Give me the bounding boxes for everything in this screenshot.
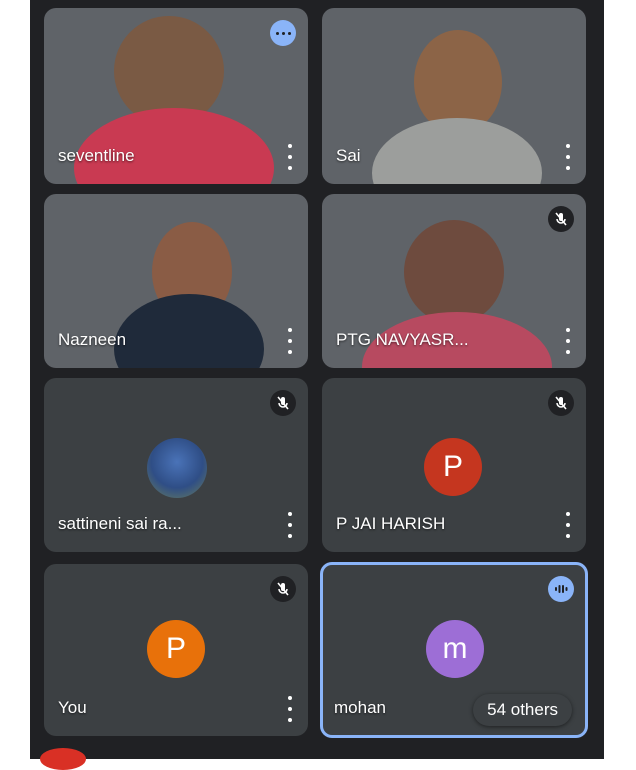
mic-off-icon xyxy=(548,206,574,232)
participant-name: mohan xyxy=(334,698,386,717)
participant-menu-button[interactable] xyxy=(562,512,574,538)
avatar: P xyxy=(424,438,482,496)
mic-off-icon xyxy=(548,390,574,416)
participant-menu-button[interactable] xyxy=(562,328,574,354)
participant-menu-button[interactable] xyxy=(562,144,574,170)
others-count-button[interactable]: 54 others xyxy=(473,694,572,726)
profile-photo xyxy=(147,438,207,498)
avatar: P xyxy=(147,620,205,678)
participant-name: P JAI HARISH xyxy=(336,514,446,533)
participant-name: sattineni sai ra... xyxy=(58,514,182,533)
participant-menu-button[interactable] xyxy=(284,144,296,170)
audio-active-icon xyxy=(548,576,574,602)
video-body xyxy=(114,294,264,368)
participant-tile-sattineni[interactable]: sattineni sai ra... xyxy=(44,378,308,552)
participant-tile-ptg-navyasr[interactable]: PTG NAVYASR... xyxy=(322,194,586,368)
participant-name: PTG NAVYASR... xyxy=(336,330,469,349)
participant-menu-button[interactable] xyxy=(284,696,296,722)
participant-tile-you[interactable]: P You xyxy=(44,564,308,736)
mic-off-icon xyxy=(270,390,296,416)
avatar: m xyxy=(426,620,484,678)
participant-tile-mohan[interactable]: m mohan 54 others xyxy=(320,562,588,738)
more-options-icon[interactable] xyxy=(270,20,296,46)
participant-tile-p-jai-harish[interactable]: P P JAI HARISH xyxy=(322,378,586,552)
video-body xyxy=(372,118,542,184)
participant-name: Sai xyxy=(336,146,361,165)
video-feed xyxy=(404,220,504,324)
participant-menu-button[interactable] xyxy=(284,328,296,354)
participant-name: You xyxy=(58,698,87,717)
meeting-grid: seventline Sai Nazneen PTG NAVYASR... sa… xyxy=(30,0,604,759)
participant-name: Nazneen xyxy=(58,330,127,349)
mic-off-icon xyxy=(270,576,296,602)
participant-tile-seventline[interactable]: seventline xyxy=(44,8,308,184)
leave-call-button[interactable] xyxy=(40,748,86,770)
participant-tile-sai[interactable]: Sai xyxy=(322,8,586,184)
participant-name: seventline xyxy=(58,146,135,165)
participant-tile-nazneen[interactable]: Nazneen xyxy=(44,194,308,368)
participant-menu-button[interactable] xyxy=(284,512,296,538)
